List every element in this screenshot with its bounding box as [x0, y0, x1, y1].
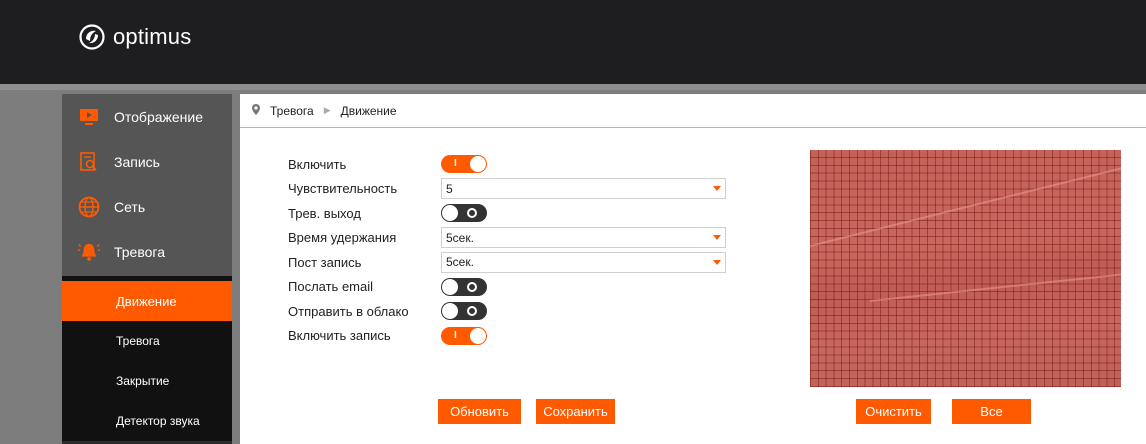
- sensitivity-label: Чувствительность: [288, 181, 398, 197]
- enable-label: Включить: [288, 156, 347, 172]
- breadcrumb: Тревога ▶ Движение: [240, 94, 1146, 128]
- sidebar-item-label: Тревога: [114, 243, 165, 260]
- hold-time-select[interactable]: 5сек.: [441, 227, 726, 249]
- send-cloud-toggle[interactable]: [441, 302, 487, 321]
- enable-record-label: Включить запись: [288, 328, 391, 344]
- brand-logo[interactable]: optimus: [79, 24, 191, 50]
- post-record-value: 5сек.: [446, 255, 474, 270]
- toggle-on-mark: I: [454, 158, 457, 170]
- sidebar-subitem-sound-detector[interactable]: Детектор звука: [62, 401, 232, 441]
- brand-name: optimus: [113, 24, 192, 49]
- sidebar-item-display[interactable]: Отображение: [62, 94, 232, 139]
- alarm-out-row: Трев. выход: [288, 201, 726, 226]
- clear-button[interactable]: Очистить: [856, 399, 931, 424]
- chevron-down-icon: [713, 235, 721, 241]
- sidebar-subitem-alarm[interactable]: Тревога: [62, 321, 232, 361]
- record-search-icon: [78, 151, 100, 173]
- sidebar-subitem-tamper[interactable]: Закрытие: [62, 361, 232, 401]
- sidebar-item-alarm[interactable]: Тревога: [62, 229, 232, 274]
- send-email-toggle[interactable]: [441, 277, 487, 296]
- scene-line: [869, 270, 1121, 302]
- hold-time-row: Время удержания 5сек.: [288, 226, 726, 251]
- save-button[interactable]: Сохранить: [536, 399, 615, 424]
- sidebar-item-label: Сеть: [114, 198, 146, 215]
- main-content: Тревога ▶ Движение Включить I Чувствител…: [240, 94, 1146, 444]
- breadcrumb-page: Движение: [340, 103, 397, 118]
- alarm-bell-icon: [78, 241, 100, 263]
- sensitivity-value: 5: [446, 181, 453, 196]
- send-email-row: Послать email: [288, 275, 726, 300]
- sidebar-subitem-motion[interactable]: Движение: [62, 281, 232, 321]
- post-record-label: Пост запись: [288, 254, 362, 270]
- toggle-on-mark: I: [454, 329, 457, 341]
- enable-record-row: Включить запись I: [288, 324, 726, 349]
- post-record-row: Пост запись 5сек.: [288, 250, 726, 275]
- hold-time-value: 5сек.: [446, 230, 474, 245]
- breadcrumb-arrow-icon: ▶: [323, 105, 331, 115]
- send-email-label: Послать email: [288, 279, 374, 295]
- location-pin-icon: [252, 103, 260, 118]
- chevron-down-icon: [713, 186, 721, 192]
- sidebar-main-menu: Отображение Запись Сеть Тревога: [62, 94, 232, 276]
- alarm-out-label: Трев. выход: [288, 205, 361, 221]
- monitor-icon: [78, 106, 100, 128]
- breadcrumb-section[interactable]: Тревога: [270, 104, 314, 118]
- enable-row: Включить I: [288, 152, 726, 177]
- select-all-button[interactable]: Все: [952, 399, 1031, 424]
- motion-settings-form: Включить I Чувствительность 5 Трев. выхо…: [288, 152, 726, 348]
- sidebar-item-network[interactable]: Сеть: [62, 184, 232, 229]
- hold-time-label: Время удержания: [288, 230, 397, 246]
- sensitivity-row: Чувствительность 5: [288, 177, 726, 202]
- globe-icon: [78, 196, 100, 218]
- alarm-out-toggle[interactable]: [441, 204, 487, 223]
- enable-record-toggle[interactable]: I: [441, 326, 487, 345]
- optimus-logo-icon: [79, 24, 105, 50]
- sidebar-item-record[interactable]: Запись: [62, 139, 232, 184]
- enable-toggle[interactable]: I: [441, 155, 487, 174]
- refresh-button[interactable]: Обновить: [438, 399, 521, 424]
- post-record-select[interactable]: 5сек.: [441, 251, 726, 273]
- scene-line: [810, 162, 1121, 247]
- send-cloud-label: Отправить в облако: [288, 303, 409, 319]
- sensitivity-select[interactable]: 5: [441, 178, 726, 200]
- sidebar: Отображение Запись Сеть Тревога Движение…: [62, 94, 232, 444]
- chevron-down-icon: [713, 259, 721, 265]
- sidebar-item-label: Отображение: [114, 108, 204, 125]
- top-bar: optimus: [0, 0, 1146, 84]
- sidebar-item-label: Запись: [114, 153, 160, 170]
- motion-grid-preview[interactable]: [810, 150, 1121, 387]
- send-cloud-row: Отправить в облако: [288, 299, 726, 324]
